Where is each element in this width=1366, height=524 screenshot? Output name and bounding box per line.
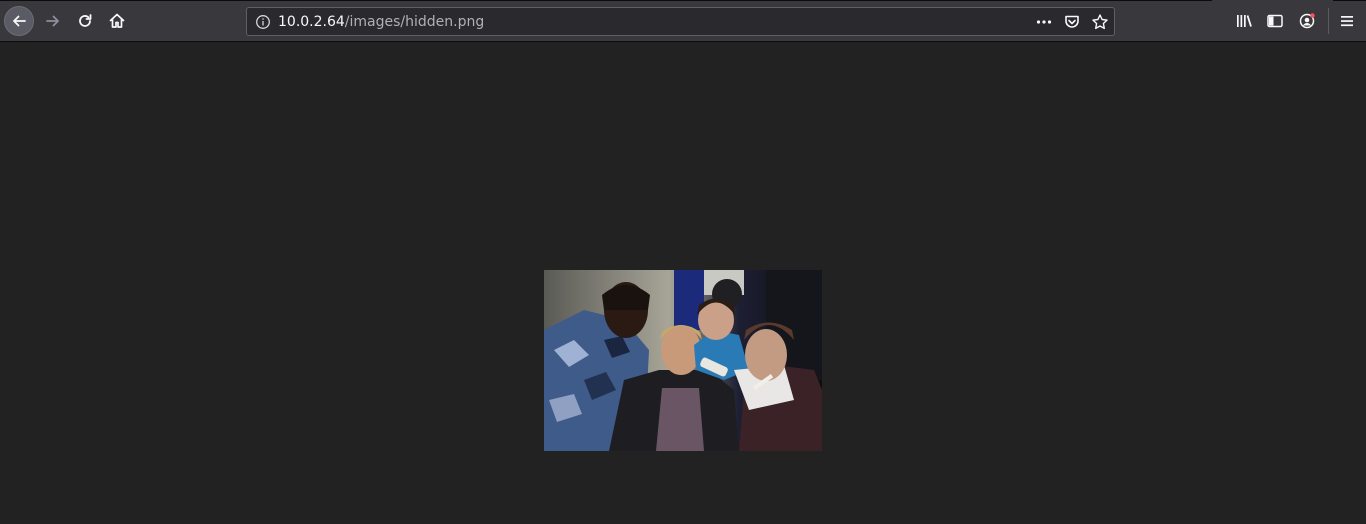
page-actions-icon[interactable] (1035, 13, 1053, 31)
hamburger-menu-icon[interactable] (1338, 12, 1356, 30)
reload-icon (76, 12, 94, 30)
pocket-icon[interactable] (1063, 13, 1081, 31)
reload-button[interactable] (70, 6, 100, 36)
back-arrow-icon (10, 12, 28, 30)
url-bar[interactable]: 10.0.2.64/images/hidden.png (246, 7, 1115, 36)
page-content (0, 43, 1366, 524)
tab-strip-line (1333, 0, 1366, 1)
home-button[interactable] (102, 6, 132, 36)
bookmark-star-icon[interactable] (1091, 13, 1109, 31)
url-host: 10.0.2.64 (278, 14, 345, 30)
browser-toolbar: 10.0.2.64/images/hidden.png (0, 0, 1366, 42)
library-icon[interactable] (1235, 12, 1253, 30)
toolbar-separator (1328, 8, 1329, 34)
tab-strip-line (0, 0, 1212, 1)
sidebar-icon[interactable] (1266, 12, 1284, 30)
back-button[interactable] (4, 6, 34, 36)
home-icon (108, 12, 126, 30)
url-path: /images/hidden.png (344, 14, 485, 30)
info-icon[interactable] (255, 14, 271, 34)
hidden-png-image (544, 270, 822, 451)
forward-button[interactable] (38, 6, 68, 36)
forward-arrow-icon (44, 12, 62, 30)
url-text[interactable]: 10.0.2.64/images/hidden.png (278, 14, 484, 30)
account-icon[interactable] (1298, 12, 1316, 30)
